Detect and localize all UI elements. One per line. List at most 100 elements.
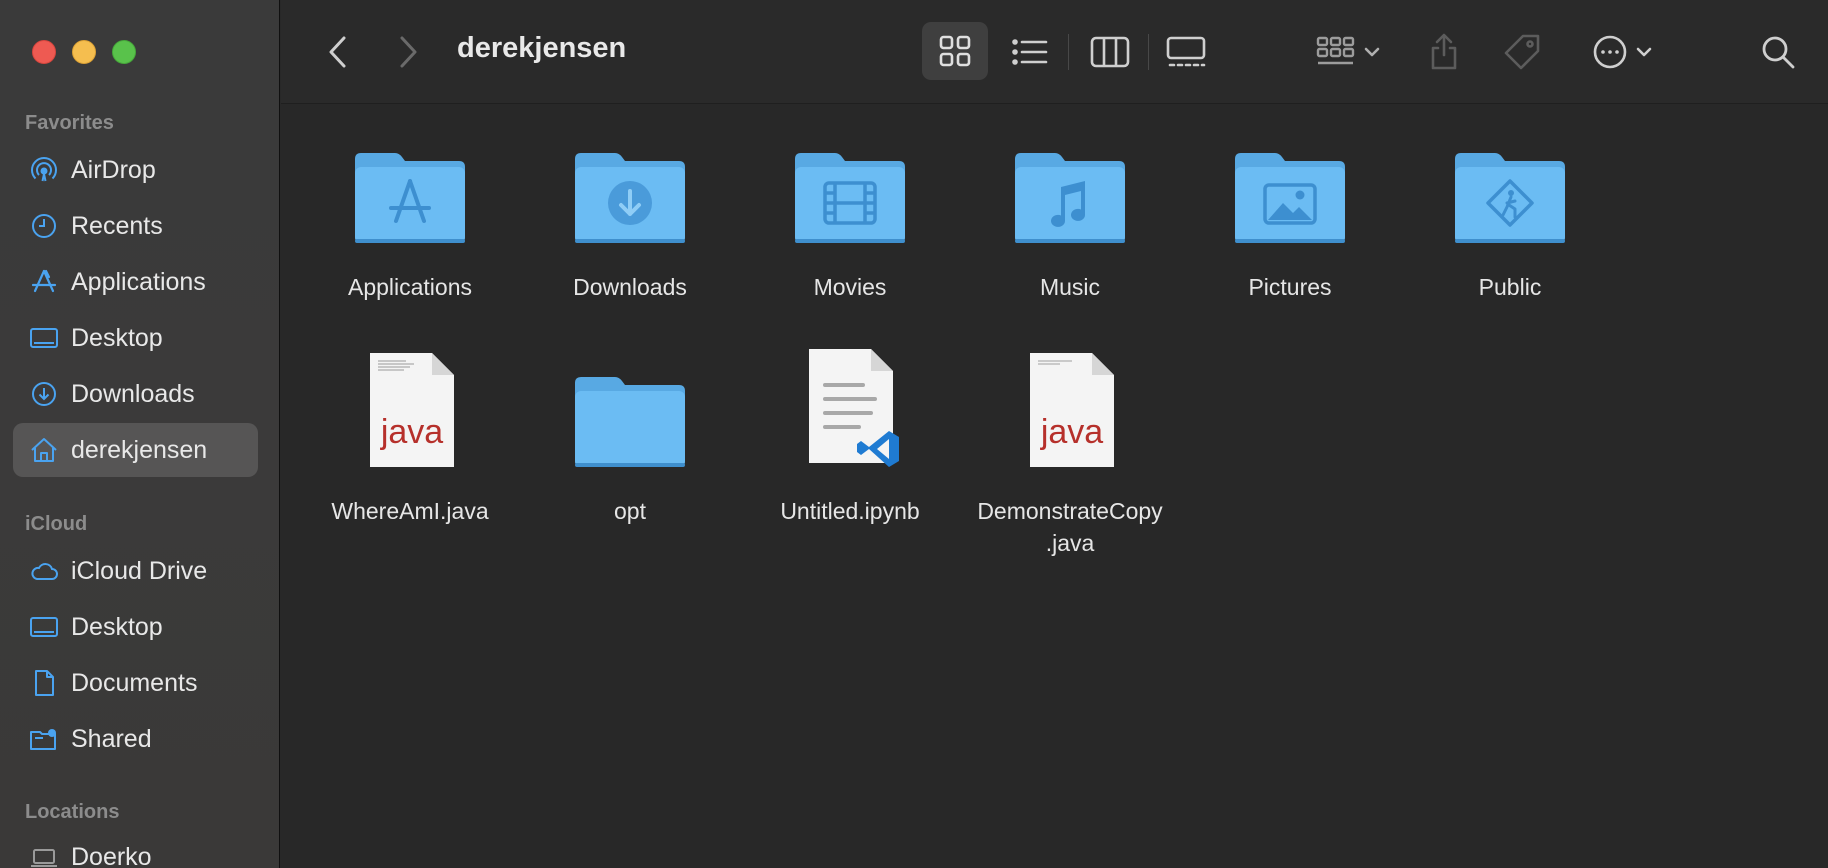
sidebar-heading-locations: Locations [25,801,120,823]
file-item-untitled-ipynb[interactable]: Untitled.ipynb [740,349,960,527]
file-item-name: Public [1478,274,1542,300]
chevron-right-icon [400,36,417,68]
document-icon [27,668,61,698]
airdrop-icon [27,155,61,185]
window-controls [32,40,136,64]
applications-icon [27,267,61,297]
back-button[interactable] [318,24,358,80]
file-item-demonstratecopy-java[interactable]: java DemonstrateCopy .java [960,349,1180,559]
sidebar-item-recents[interactable]: Recents [13,199,258,253]
share-button[interactable] [1424,24,1464,80]
sidebar-item-downloads[interactable]: Downloads [13,367,258,421]
columns-icon [1090,36,1130,68]
gallery-view-button[interactable] [1164,24,1208,80]
forward-button[interactable] [388,24,428,80]
file-item-name: opt [614,498,646,524]
file-item-name: Music [1039,274,1101,300]
sidebar-item-icloud-desktop[interactable]: Desktop [13,600,258,654]
laptop-icon [27,842,61,868]
sidebar-heading-favorites: Favorites [25,112,114,134]
search-icon [1762,36,1795,69]
public-folder-icon [1440,125,1580,245]
toolbar-divider [1068,34,1069,70]
sidebar-item-applications[interactable]: Applications [13,255,258,309]
file-item-name: DemonstrateCopy .java [977,495,1162,559]
more-actions-button[interactable] [1586,24,1658,80]
sidebar-item-label: Desktop [71,612,163,641]
share-icon [1431,33,1457,70]
zoom-window-button[interactable] [112,40,136,64]
downloads-folder-icon [560,125,700,245]
sidebar-item-label: Documents [71,668,198,697]
gallery-icon [1166,36,1206,67]
download-icon [27,379,61,409]
sidebar: Favorites AirDrop Recents Applications D… [0,0,280,868]
file-item-name: Pictures [1248,274,1332,300]
sidebar-item-doerko[interactable]: Doerko [13,830,258,868]
close-window-button[interactable] [32,40,56,64]
file-browser-content: Applications Downloads Movies Music Pict… [281,105,1828,868]
sidebar-item-label: derekjensen [71,435,208,464]
java-file-icon: java [1000,349,1140,469]
minimize-window-button[interactable] [72,40,96,64]
sidebar-item-icloud-drive[interactable]: iCloud Drive [13,544,258,598]
file-item-opt[interactable]: opt [520,349,740,527]
chevron-down-icon [1364,47,1380,57]
icon-view-button[interactable] [922,22,988,80]
file-item-name: Untitled.ipynb [780,498,920,524]
movies-folder-icon [780,125,920,245]
chevron-left-icon [329,36,346,68]
clock-icon [27,211,61,241]
window-title: derekjensen [457,32,627,64]
chevron-down-icon [1636,47,1652,57]
file-item-name: Movies [813,274,887,300]
pictures-folder-icon [1220,125,1360,245]
file-item-name: Downloads [573,274,687,300]
column-view-button[interactable] [1088,24,1132,80]
group-by-button[interactable] [1312,24,1384,80]
group-grid-icon [1316,36,1355,65]
finder-window: Favorites AirDrop Recents Applications D… [0,0,1828,868]
java-label: java [1040,413,1103,451]
file-item-music[interactable]: Music [960,125,1180,303]
java-label: java [380,413,443,451]
file-item-name-line2: .java [1045,530,1095,556]
file-item-whereami-java[interactable]: java WhereAmI.java [300,349,520,527]
sidebar-item-label: Shared [71,724,152,753]
sidebar-heading-icloud: iCloud [25,513,88,535]
file-item-pictures[interactable]: Pictures [1180,125,1400,303]
search-button[interactable] [1758,24,1798,80]
list-view-button[interactable] [1008,24,1052,80]
java-file-icon: java [340,349,480,469]
tag-icon [1504,34,1540,70]
tags-button[interactable] [1500,24,1544,80]
sidebar-item-airdrop[interactable]: AirDrop [13,143,258,197]
applications-folder-icon [340,125,480,245]
sidebar-item-label: Recents [71,211,163,240]
notebook-file-icon [780,349,920,469]
shared-folder-icon [27,724,61,754]
file-item-name: Applications [347,274,473,300]
folder-icon [560,349,700,469]
sidebar-item-derekjensen[interactable]: derekjensen [13,423,258,477]
ellipsis-circle-icon [1593,35,1627,69]
sidebar-item-label: Applications [71,267,206,296]
toolbar-divider [1148,34,1149,70]
sidebar-item-shared[interactable]: Shared [13,712,258,766]
desktop-icon [27,612,61,642]
sidebar-item-label: Desktop [71,323,163,352]
sidebar-item-documents[interactable]: Documents [13,656,258,710]
grid-icon [939,35,971,67]
sidebar-item-label: AirDrop [71,155,156,184]
file-item-movies[interactable]: Movies [740,125,960,303]
sidebar-item-desktop[interactable]: Desktop [13,311,258,365]
sidebar-item-label: iCloud Drive [71,556,208,585]
cloud-icon [27,556,61,586]
sidebar-item-label: Doerko [71,842,152,868]
file-item-public[interactable]: Public [1400,125,1620,303]
file-item-name-line1: DemonstrateCopy [977,498,1163,524]
desktop-icon [27,323,61,353]
file-item-downloads[interactable]: Downloads [520,125,740,303]
sidebar-item-label: Downloads [71,379,195,408]
file-item-applications[interactable]: Applications [300,125,520,303]
